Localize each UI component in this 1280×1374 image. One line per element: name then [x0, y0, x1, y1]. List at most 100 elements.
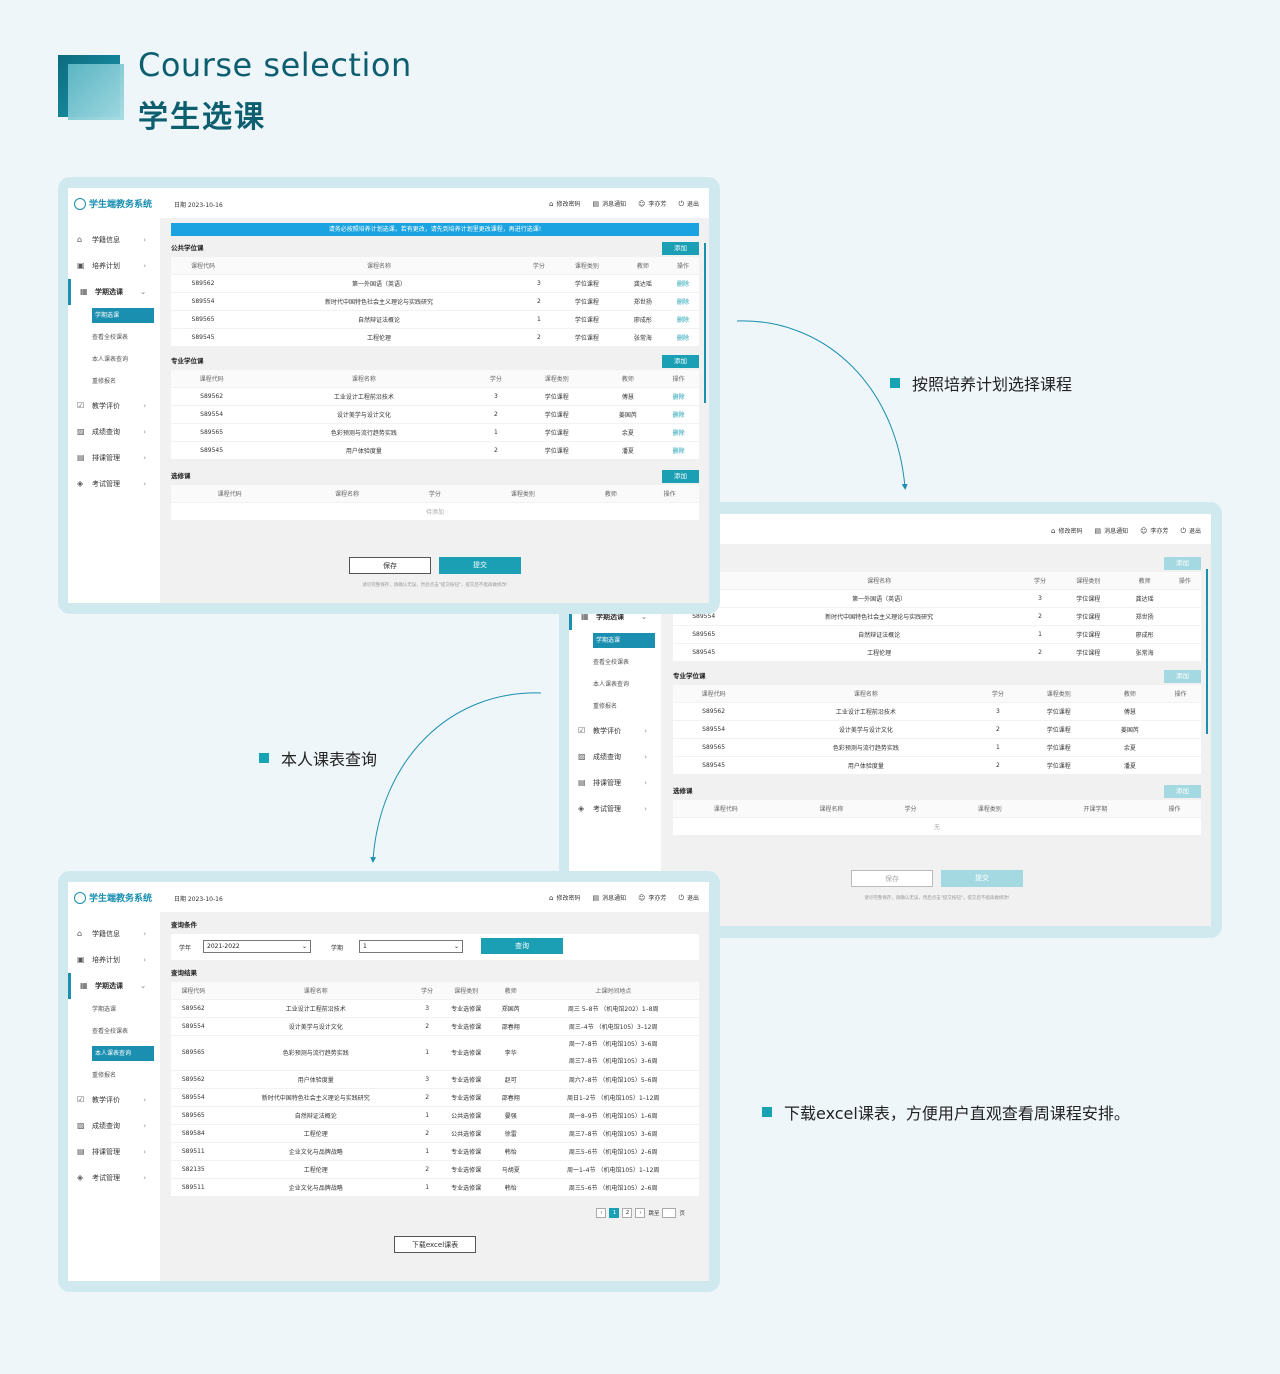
sidebar-sub-retake[interactable]: 重修报名 [569, 696, 661, 718]
logout-link[interactable]: ⏻ 退出 [678, 199, 699, 209]
sidebar-item-exams[interactable]: ◈ 考试管理 › [68, 471, 160, 497]
bullet-icon [890, 378, 900, 388]
schedule-icon: ▤ [578, 778, 586, 787]
sidebar-item-exams[interactable]: ◈ 考试管理 › [68, 1165, 160, 1191]
add-button[interactable]: 添加 [1164, 557, 1201, 570]
sidebar-item-scheduling[interactable]: ▤ 排课管理 › [569, 770, 661, 796]
sidebar-item-evaluation[interactable]: ☑ 教学评价 › [569, 718, 661, 744]
schedule-icon: ▤ [77, 453, 85, 462]
add-button[interactable]: 添加 [662, 355, 699, 368]
sidebar-sub-school-timetable[interactable]: 查看全校课表 [569, 652, 661, 674]
logo-icon [74, 197, 86, 210]
logout-link[interactable]: ⏻ 退出 [1180, 526, 1201, 536]
submit-button[interactable]: 提交 [941, 870, 1023, 887]
table-elective-courses: 课程代码 课程名称 学分 课程类别 开课学期 操作 无 [673, 800, 1201, 835]
sidebar-item-scheduling[interactable]: ▤ 排课管理 › [68, 445, 160, 471]
add-button[interactable]: 添加 [1164, 670, 1201, 683]
query-button[interactable]: 查询 [481, 938, 563, 954]
page-2-button[interactable]: 2 [622, 1208, 633, 1218]
sidebar-item-student-info[interactable]: ⌂ 学籍信息 › [68, 227, 160, 253]
chevron-down-icon: ⌄ [453, 943, 459, 950]
table-public-courses: 课程代码 课程名称 学分 课程类别 教师 操作 S89562 第一外国语（英语） 3 学位课程龚… [171, 257, 699, 346]
sidebar-sub-my-timetable[interactable]: 本人课表查询 [68, 1043, 160, 1065]
sidebar-item-grades[interactable]: ▨ 成绩查询 › [68, 1113, 160, 1139]
schedule-icon: ▤ [77, 1147, 85, 1156]
sidebar-item-evaluation[interactable]: ☑ 教学评价 › [68, 393, 160, 419]
sidebar-sub-my-timetable[interactable]: 本人课表查询 [68, 349, 160, 371]
page-1-button[interactable]: 1 [609, 1208, 620, 1218]
table-row: S89562 用户体验度量 3 专业选修课 赵可 周六7–8节 （机电馆105）5–6周 [171, 1069, 699, 1088]
lock-icon: ⌂ [1051, 527, 1056, 535]
delete-link[interactable]: 删除 [666, 273, 699, 292]
term-select[interactable]: 1 ⌄ [359, 940, 463, 953]
sidebar-item-course-selection[interactable]: ▦ 学期选课 ⌄ [68, 973, 160, 999]
chevron-right-icon: › [143, 454, 146, 462]
chevron-right-icon: › [143, 262, 146, 270]
notifications-link[interactable]: ▤ 消息通知 [592, 199, 626, 209]
message-icon: ▤ [1094, 527, 1102, 535]
user-menu[interactable]: ☺ 李亦芳 [1140, 526, 1168, 536]
sidebar-item-scheduling[interactable]: ▤ 排课管理 › [68, 1139, 160, 1165]
sidebar-sub-school-timetable[interactable]: 查看全校课表 [68, 1021, 160, 1043]
timetable-results: 课程代码 课程名称 学分 课程类别 教师 上课时间地点 S89562 工业设计工程前沿技术 3… [171, 982, 699, 1196]
delete-link[interactable]: 删除 [658, 386, 699, 405]
table-row: S89565 自然辩证法概论 1 学位课程 廖成彤 删除 [171, 309, 699, 328]
table-row: S89562 工业设计工程前沿技术 3 专业选修课 郑国芮 周三 5–8节 （机电馆202… [171, 998, 699, 1017]
sidebar-sub-my-timetable[interactable]: 本人课表查询 [569, 674, 661, 696]
sidebar-item-grades[interactable]: ▨ 成绩查询 › [68, 419, 160, 445]
table-row: 第一外国语（英语） 3 学位课程 龚达瑶 [673, 588, 1201, 607]
sidebar-sub-term-selection[interactable]: 学期选课 [569, 630, 661, 652]
delete-link[interactable]: 删除 [666, 309, 699, 328]
sidebar-sub-retake[interactable]: 重修报名 [68, 371, 160, 393]
add-button[interactable]: 添加 [662, 242, 699, 255]
change-password-link[interactable]: ⌂ 修改密码 [549, 199, 580, 209]
chevron-right-icon: › [644, 753, 647, 761]
change-password-link[interactable]: ⌂ 修改密码 [549, 893, 580, 903]
delete-link[interactable]: 删除 [658, 422, 699, 441]
next-page-button[interactable]: › [635, 1208, 646, 1218]
download-excel-button[interactable]: 下载excel课表 [394, 1236, 476, 1253]
filter-bar: 学年 2021-2022 ⌄ 学期 1 ⌄ 查询 [171, 934, 699, 960]
save-button[interactable]: 保存 [851, 870, 933, 887]
scrollbar[interactable] [704, 243, 706, 403]
year-select[interactable]: 2021-2022 ⌄ [203, 940, 311, 953]
sidebar-item-training-plan[interactable]: ▣ 培养计划 › [68, 253, 160, 279]
sidebar-item-training-plan[interactable]: ▣ 培养计划 › [68, 947, 160, 973]
delete-link[interactable]: 删除 [658, 440, 699, 459]
table-row: S89584 工程伦理 2 公共选修课 徐雷 周三7–8节 （机电馆105）3–6周 [171, 1123, 699, 1142]
sidebar-item-grades[interactable]: ▨ 成绩查询 › [569, 744, 661, 770]
connector-arrow-2 [370, 692, 542, 863]
chevron-down-icon: ⌄ [140, 288, 146, 296]
sidebar-sub-term-selection[interactable]: 学期选课 [68, 999, 160, 1021]
notice-banner: 请务必按照培养计划选课，若有更改，请先到培养计划里更改课程，再进行选课! [171, 223, 699, 236]
delete-link[interactable]: 删除 [658, 404, 699, 423]
sidebar-sub-school-timetable[interactable]: 查看全校课表 [68, 327, 160, 349]
user-menu[interactable]: ☺ 李亦芳 [638, 199, 666, 209]
add-button[interactable]: 添加 [1164, 785, 1201, 798]
sidebar-item-evaluation[interactable]: ☑ 教学评价 › [68, 1087, 160, 1113]
logo-icon [74, 891, 86, 904]
delete-link[interactable]: 删除 [666, 291, 699, 310]
user-menu[interactable]: ☺ 李亦芳 [638, 893, 666, 903]
notifications-link[interactable]: ▤ 消息通知 [592, 893, 626, 903]
table-row: S89545 用户体验度量 2 学位课程 潘夏 [673, 755, 1201, 774]
sidebar-sub-term-selection[interactable]: 学期选课 [68, 305, 160, 327]
prev-page-button[interactable]: ‹ [596, 1208, 607, 1218]
goto-page-input[interactable] [662, 1208, 677, 1218]
add-button[interactable]: 添加 [662, 470, 699, 483]
change-password-link[interactable]: ⌂ 修改密码 [1051, 526, 1082, 536]
table-row: S89565 色彩预测与流行趋势实践 1 学位课程 余夏 删除 [171, 422, 699, 441]
notifications-link[interactable]: ▤ 消息通知 [1094, 526, 1128, 536]
sidebar-sub-retake[interactable]: 重修报名 [68, 1065, 160, 1087]
submit-button[interactable]: 提交 [439, 557, 521, 574]
table-row: S89565 色彩预测与流行趋势实践 1 专业选修课 李华 周一7–8节 （机电馆105）… [171, 1034, 699, 1070]
save-button[interactable]: 保存 [349, 557, 431, 574]
delete-link[interactable]: 删除 [666, 327, 699, 346]
sidebar-item-course-selection[interactable]: ▦ 学期选课 ⌄ [68, 279, 160, 305]
sidebar-item-student-info[interactable]: ⌂ 学籍信息 › [68, 921, 160, 947]
sidebar-item-exams[interactable]: ◈ 考试管理 › [569, 796, 661, 822]
annotation-3-text: 下载excel课表，方便用户直观查看周课程安排。 [784, 1104, 1130, 1123]
scrollbar[interactable] [1206, 569, 1208, 734]
logout-link[interactable]: ⏻ 退出 [678, 893, 699, 903]
chevron-down-icon: ⌄ [140, 982, 146, 990]
